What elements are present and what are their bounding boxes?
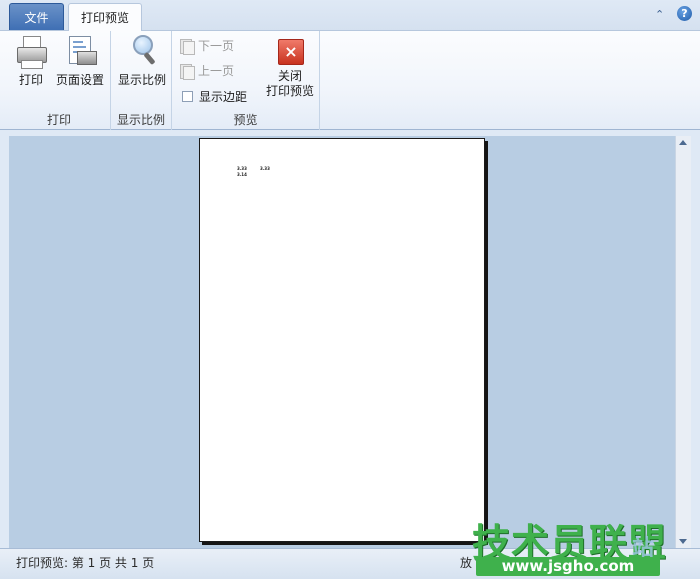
checkbox-icon[interactable] xyxy=(182,91,193,102)
zoom-group: 显示比例 显示比例 xyxy=(111,31,172,130)
page-cell: 3.33 xyxy=(260,166,270,171)
minimize-ribbon-icon[interactable]: ⌃ xyxy=(655,8,664,21)
previous-page-icon xyxy=(180,63,195,80)
print-button[interactable]: 打印 xyxy=(14,33,48,88)
vertical-scrollbar[interactable] xyxy=(675,136,691,548)
preview-group-label: 预览 xyxy=(233,113,258,127)
page-cell: 3.33 xyxy=(237,166,247,171)
watermark-logo: 技术员联盟 站 www.jsgho.com xyxy=(470,512,698,578)
help-icon[interactable]: ? xyxy=(677,6,692,21)
show-margins-checkbox[interactable]: 显示边距 xyxy=(182,88,247,105)
printer-icon xyxy=(14,33,48,69)
show-margins-label: 显示边距 xyxy=(199,90,248,104)
tab-print-preview[interactable]: 打印预览 xyxy=(68,3,142,31)
close-label-line2: 打印预览 xyxy=(265,84,314,98)
zoom-button-label: 显示比例 xyxy=(117,73,166,87)
page-setup-button[interactable]: 页面设置 xyxy=(51,33,109,88)
tab-file[interactable]: 文件 xyxy=(9,3,64,30)
page-setup-icon xyxy=(63,33,97,69)
zoom-group-label: 显示比例 xyxy=(116,113,165,127)
status-text: 打印预览: 第 1 页 共 1 页 xyxy=(16,556,155,570)
preview-area[interactable]: 3.33 3.33 3.14 xyxy=(9,136,675,548)
page-setup-label: 页面设置 xyxy=(55,73,104,87)
tab-strip: 文件 打印预览 ⌃ ? xyxy=(0,0,700,31)
previous-page-button[interactable]: 上一页 xyxy=(180,62,235,80)
ribbon: 打印 页面设置 打印 显示比例 显示比例 下一页 上一页 显示边距 × 关闭 打… xyxy=(0,30,700,130)
next-page-button[interactable]: 下一页 xyxy=(180,37,235,55)
print-group-label: 打印 xyxy=(46,113,71,127)
next-page-icon xyxy=(180,38,195,55)
close-label-line1: 关闭 xyxy=(277,69,302,83)
next-page-label: 下一页 xyxy=(198,39,235,53)
print-button-label: 打印 xyxy=(18,73,43,87)
page-cell: 3.14 xyxy=(237,172,247,177)
preview-page: 3.33 3.33 3.14 xyxy=(199,138,485,542)
print-group: 打印 页面设置 打印 xyxy=(8,31,111,130)
zoom-button[interactable]: 显示比例 xyxy=(115,33,169,88)
watermark-url: www.jsgho.com xyxy=(476,557,660,576)
previous-page-label: 上一页 xyxy=(198,64,235,78)
magnifier-icon xyxy=(125,33,159,69)
preview-group: 下一页 上一页 显示边距 × 关闭 打印预览 预览 xyxy=(172,31,320,130)
close-icon: × xyxy=(273,33,307,69)
scroll-up-icon[interactable] xyxy=(679,140,687,145)
close-preview-button[interactable]: × 关闭 打印预览 xyxy=(262,33,318,99)
